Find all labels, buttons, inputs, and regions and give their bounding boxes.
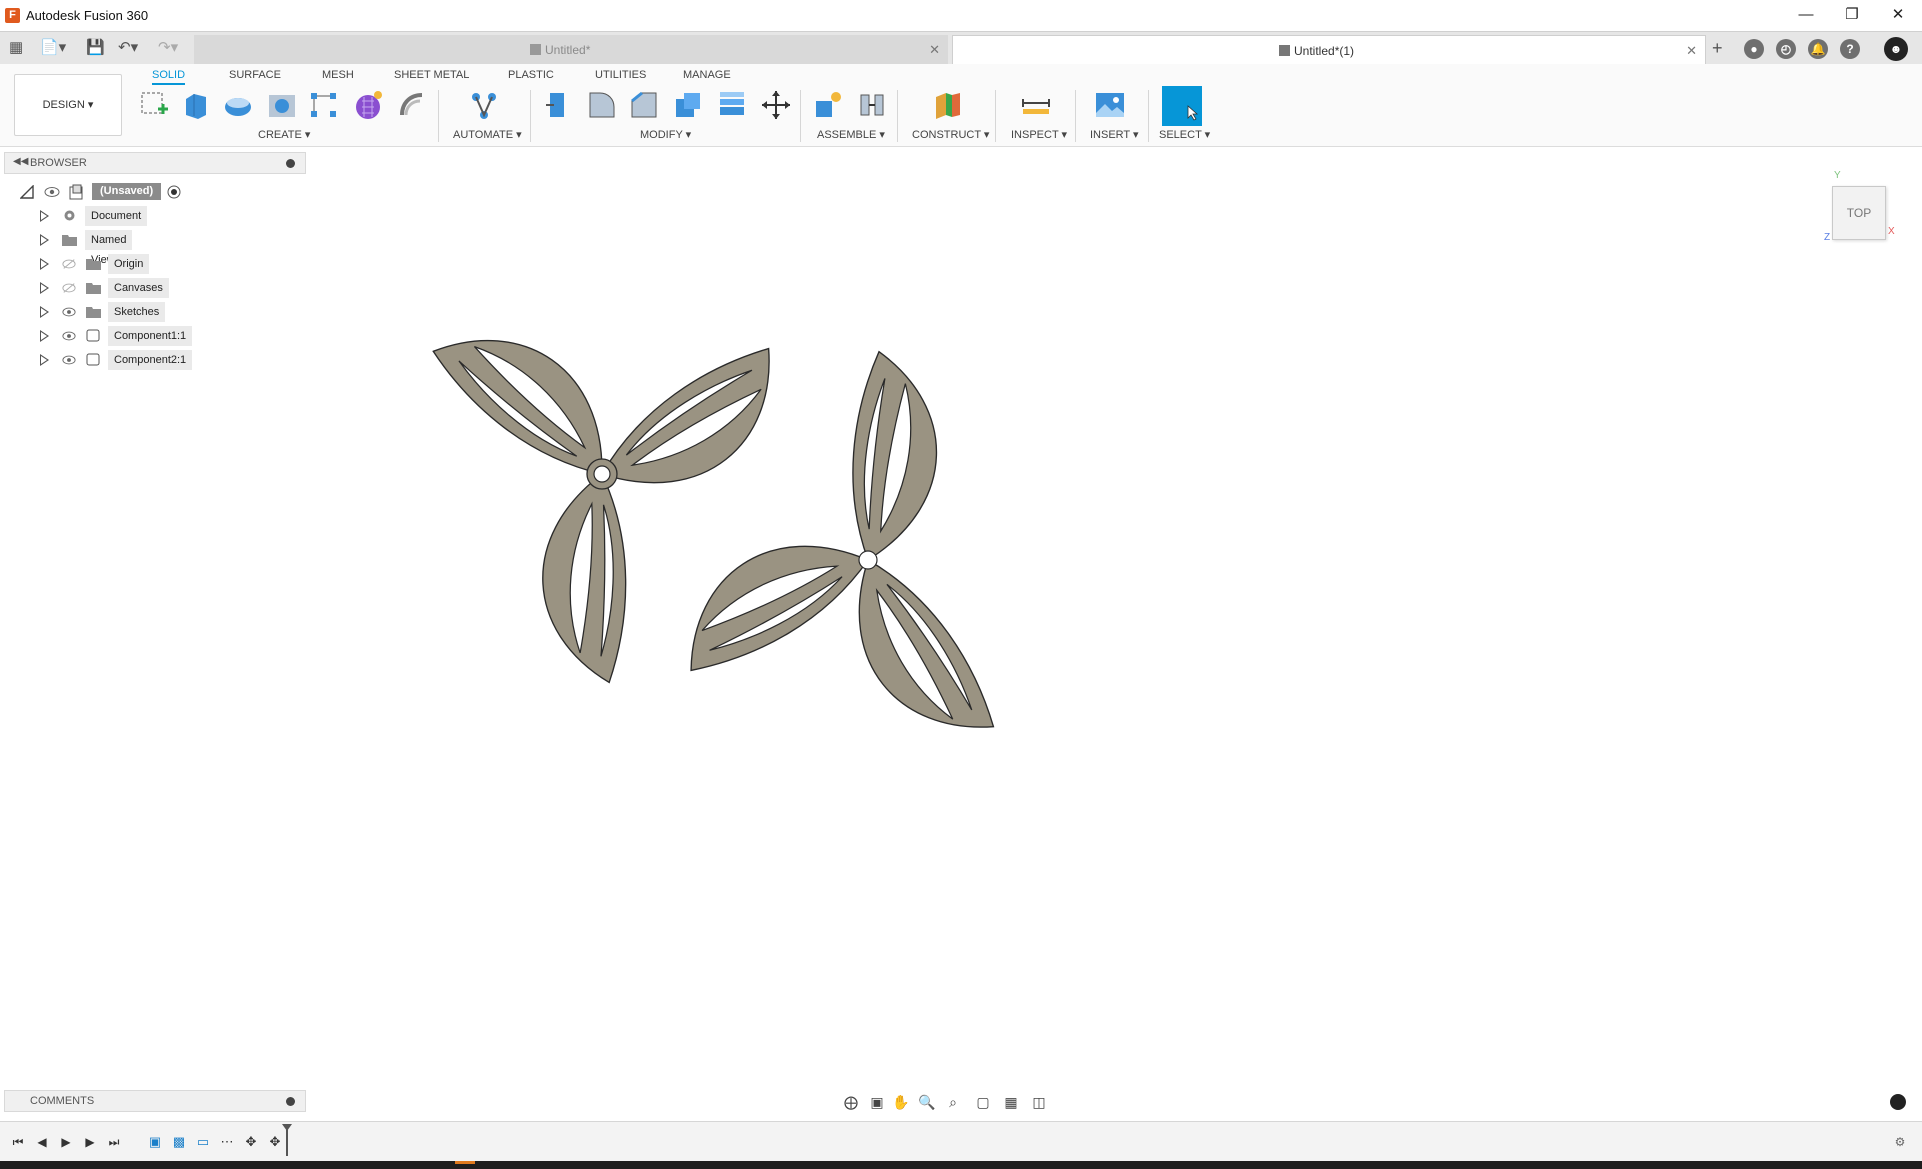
timeline-move-icon[interactable]: ✥ xyxy=(242,1133,260,1151)
timeline-canvas-icon[interactable]: ▩ xyxy=(170,1133,188,1151)
viewports-icon[interactable]: ◫ xyxy=(1028,1092,1050,1112)
display-settings-icon[interactable]: ▢ xyxy=(972,1092,994,1112)
look-at-icon[interactable]: ▣ xyxy=(866,1092,888,1112)
comments-title: COMMENTS xyxy=(30,1095,95,1107)
grid-settings-icon[interactable]: ▦ xyxy=(1000,1092,1022,1112)
viewcube-face-label: TOP xyxy=(1846,206,1872,220)
orbit-icon[interactable]: ⨁ xyxy=(840,1092,862,1112)
taskbar-active-app[interactable] xyxy=(455,1161,475,1164)
timeline-move-icon[interactable]: ✥ xyxy=(266,1133,284,1151)
timeline-end-icon[interactable]: ⏭ xyxy=(104,1133,124,1151)
zoom-icon[interactable]: 🔍 xyxy=(916,1092,938,1112)
timeline-start-icon[interactable]: ⏮ xyxy=(8,1133,28,1151)
axis-x-label: X xyxy=(1888,226,1895,237)
timeline-settings-icon[interactable]: ⚙ xyxy=(1890,1133,1910,1151)
feedback-icon[interactable] xyxy=(1890,1094,1906,1110)
axis-z-label: Z xyxy=(1824,232,1831,243)
timeline-pattern-icon[interactable]: ⋯ xyxy=(218,1133,236,1151)
viewcube[interactable]: TOP xyxy=(1832,186,1886,240)
timeline-back-icon[interactable]: ◀ xyxy=(32,1133,52,1151)
comments-header: COMMENTS xyxy=(4,1090,306,1112)
timeline-bar: ⏮ ◀ ▶ ▶ ⏭ ▣ ▩ ▭ ⋯ ✥ ✥ ⚙ xyxy=(0,1121,1922,1162)
timeline-component-icon[interactable]: ▭ xyxy=(194,1133,212,1151)
pan-icon[interactable]: ✋ xyxy=(890,1092,912,1112)
axis-y-label: Y xyxy=(1834,170,1841,181)
fit-icon[interactable]: ⌕ xyxy=(942,1092,964,1112)
os-taskbar xyxy=(0,1161,1922,1169)
timeline-marker[interactable] xyxy=(282,1124,292,1156)
timeline-sketch-icon[interactable]: ▣ xyxy=(146,1133,164,1151)
canvas-viewport[interactable] xyxy=(0,0,1922,1169)
timeline-forward-icon[interactable]: ▶ xyxy=(80,1133,100,1151)
add-comment-icon[interactable] xyxy=(286,1097,295,1106)
timeline-play-icon[interactable]: ▶ xyxy=(56,1133,76,1151)
